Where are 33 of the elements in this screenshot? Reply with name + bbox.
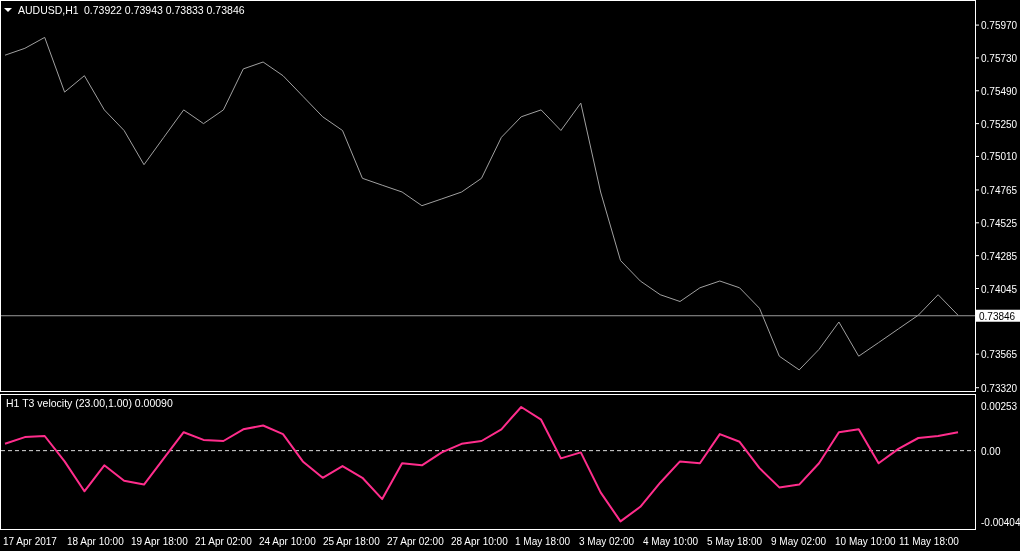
symbol-label: AUDUSD,H1 <box>18 4 79 16</box>
axis-label: 0.74285 <box>981 250 1018 262</box>
axis-label: 0.74525 <box>981 217 1018 229</box>
time-label: 3 May 02:00 <box>579 535 636 547</box>
axis-label: 0.00 <box>981 445 1001 457</box>
time-label: 1 May 18:00 <box>515 535 572 547</box>
quote-values: 0.73922 0.73943 0.73833 0.73846 <box>84 4 245 16</box>
axis-label: 0.75490 <box>981 85 1018 97</box>
axis-label: 0.75010 <box>981 151 1018 163</box>
time-label: 18 Apr 10:00 <box>67 535 125 547</box>
axis-label: 0.75250 <box>981 118 1018 130</box>
time-label: 10 May 10:00 <box>835 535 897 547</box>
axis-label: 0.73565 <box>981 349 1018 361</box>
axis-label: 0.74045 <box>981 283 1018 295</box>
time-label: 17 Apr 2017 <box>3 535 58 547</box>
time-label: 21 Apr 02:00 <box>195 535 253 547</box>
axis-label: -0.00404 <box>981 516 1020 528</box>
axis-label: 0.00253 <box>981 401 1018 413</box>
indicator-label: H1 T3 velocity (23.00,1.00) 0.00090 <box>6 397 173 409</box>
time-label: 27 Apr 02:00 <box>387 535 445 547</box>
time-label: 4 May 10:00 <box>643 535 700 547</box>
time-label: 25 Apr 18:00 <box>323 535 381 547</box>
time-label: 11 May 18:00 <box>899 535 960 547</box>
time-label: 9 May 02:00 <box>771 535 828 547</box>
axis-label: 0.73320 <box>981 382 1018 393</box>
time-label: 19 Apr 18:00 <box>131 535 189 547</box>
time-label: 5 May 18:00 <box>707 535 764 547</box>
time-label: 28 Apr 10:00 <box>451 535 509 547</box>
dropdown-triangle-icon[interactable] <box>4 8 12 12</box>
axis-label: 0.75970 <box>981 20 1018 32</box>
axis-label: 0.75730 <box>981 52 1018 64</box>
time-label: 24 Apr 10:00 <box>259 535 317 547</box>
axis-label: 0.74765 <box>981 185 1018 196</box>
